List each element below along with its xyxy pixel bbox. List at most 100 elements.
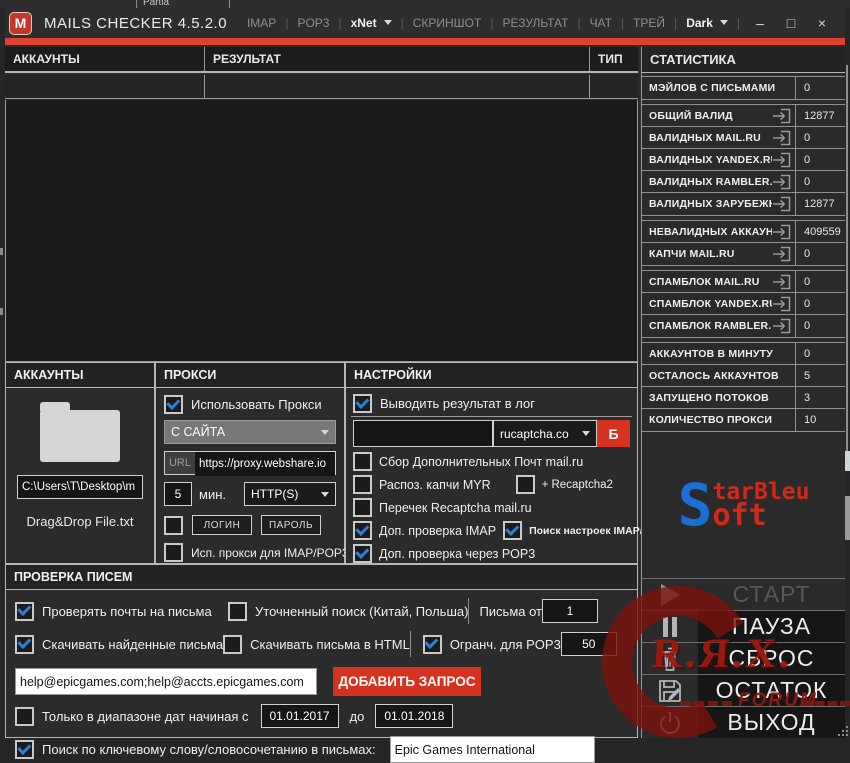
start-button[interactable]: СТАРТ: [642, 578, 845, 610]
results-table-body[interactable]: [5, 100, 638, 362]
pause-icon: [642, 615, 698, 639]
app-window: M MAILS CHECKER 4.5.2.0 IMAP | POP3 | xN…: [5, 8, 845, 738]
recaptcha2-checkbox[interactable]: [516, 475, 535, 494]
imap-check-checkbox[interactable]: [353, 521, 372, 540]
pop3-limit-input[interactable]: [561, 632, 617, 656]
xnet-select[interactable]: xNet: [351, 16, 392, 30]
app-logo-icon: M: [9, 12, 32, 35]
use-proxy-checkbox[interactable]: [164, 395, 183, 414]
captcha-key-input[interactable]: [353, 420, 493, 447]
refined-search-checkbox[interactable]: [228, 602, 247, 621]
recheck-recaptcha-checkbox[interactable]: [353, 498, 372, 517]
add-query-button[interactable]: ДОБАВИТЬ ЗАПРОС: [333, 667, 481, 696]
stat-row: КАПЧИ MAIL.RU 0: [642, 243, 845, 265]
captcha-service-select[interactable]: rucaptcha.co: [493, 420, 597, 447]
column-result: РЕЗУЛЬТАТ: [205, 47, 590, 71]
edge-mark: [0, 308, 3, 315]
starbleu-soft-logo: S tarBleu oft: [642, 479, 845, 531]
proxy-url-field[interactable]: URL: [164, 451, 336, 475]
resize-grip[interactable]: [835, 723, 848, 736]
table-row[interactable]: [5, 75, 638, 99]
recheck-recaptcha-label: Перечек Recaptcha mail.ru: [379, 501, 532, 515]
pop3-check-label: Доп. проверка через POP3: [379, 547, 535, 561]
stat-row: ОСТАЛОСЬ АККАУНТОВ 5: [642, 365, 845, 387]
export-icon[interactable]: [772, 130, 791, 146]
pause-button[interactable]: ПАУЗА: [642, 610, 845, 642]
query-input[interactable]: [15, 668, 317, 695]
export-icon[interactable]: [772, 108, 791, 124]
file-path-input[interactable]: [17, 475, 143, 499]
pop3-limit-checkbox[interactable]: [423, 635, 442, 654]
export-icon[interactable]: [772, 224, 791, 240]
proxy-protocol-select[interactable]: HTTP(S): [244, 482, 336, 506]
myr-captcha-checkbox[interactable]: [353, 475, 372, 494]
menu-pop3[interactable]: POP3: [297, 16, 329, 30]
keyword-input[interactable]: [390, 736, 595, 763]
edge-mark: [0, 248, 3, 255]
collect-mails-checkbox[interactable]: [353, 452, 372, 471]
minimize-button[interactable]: –: [749, 15, 771, 31]
recaptcha2-label: + Recaptcha2: [542, 479, 613, 491]
menu-chat[interactable]: ЧАТ: [590, 16, 612, 30]
proxy-auth-checkbox[interactable]: [164, 516, 183, 535]
date-from-input[interactable]: [261, 704, 339, 728]
stat-row: ОБЩИЙ ВАЛИД 12877: [642, 105, 845, 127]
background-edge: [845, 496, 850, 540]
export-icon[interactable]: [772, 174, 791, 190]
refined-search-label: Уточненный поиск (Китай, Польша): [255, 604, 468, 619]
rest-button[interactable]: ОСТАТОК: [642, 674, 845, 706]
close-button[interactable]: ×: [811, 15, 833, 31]
proxy-url-input[interactable]: [195, 452, 335, 476]
mailcheck-panel-title: ПРОВЕРКА ПИСЕМ: [6, 565, 637, 590]
theme-select[interactable]: Dark: [686, 16, 728, 30]
folder-icon[interactable]: [40, 410, 120, 462]
stat-row: НЕВАЛИДНЫХ АККАУНТОВ 409559: [642, 221, 845, 243]
log-checkbox[interactable]: [353, 394, 372, 413]
export-icon[interactable]: [772, 318, 791, 334]
results-table-header: АККАУНТЫ РЕЗУЛЬТАТ ТИП: [5, 47, 638, 73]
proxy-imap-pop-checkbox[interactable]: [164, 543, 183, 562]
download-letters-checkbox[interactable]: [15, 635, 34, 654]
proxy-login-button[interactable]: ЛОГИН: [192, 515, 252, 535]
myr-captcha-label: Распоз. капчи MYR: [379, 478, 491, 492]
column-type: ТИП: [590, 47, 638, 71]
reset-button[interactable]: СБРОС: [642, 642, 845, 674]
menu-tray[interactable]: ТРЕЙ: [633, 16, 665, 30]
stat-row: ВАЛИДНЫХ ЗАРУБЕЖНЫХ 12877: [642, 193, 845, 215]
proxy-source-select[interactable]: С САЙТА: [164, 420, 336, 444]
chevron-down-icon: [582, 431, 590, 440]
maximize-button[interactable]: □: [780, 15, 802, 31]
date-to-input[interactable]: [375, 704, 453, 728]
save-icon: [642, 678, 698, 704]
chevron-down-icon: [720, 20, 728, 29]
settings-panel-title: НАСТРОЙКИ: [346, 363, 637, 388]
proxy-panel: ПРОКСИ Использовать Прокси С САЙТА URL м…: [155, 362, 345, 564]
menu-result[interactable]: РЕЗУЛЬТАТ: [502, 16, 568, 30]
log-label: Выводить результат в лог: [380, 396, 535, 411]
keyword-label: Поиск по ключевому слову/словосочетанию …: [42, 742, 376, 757]
export-icon[interactable]: [772, 274, 791, 290]
menu-imap[interactable]: IMAP: [247, 16, 276, 30]
keyword-checkbox[interactable]: [15, 740, 34, 759]
export-icon[interactable]: [772, 296, 791, 312]
stat-row: СПАМБЛОК MAIL.RU 0: [642, 271, 845, 293]
imap-settings-checkbox[interactable]: [503, 521, 522, 540]
accounts-panel-title: АККАУНТЫ: [6, 363, 154, 388]
proxy-password-button[interactable]: ПАРОЛЬ: [261, 515, 321, 535]
export-icon[interactable]: [772, 196, 791, 212]
menu-screenshot[interactable]: СКРИНШОТ: [413, 16, 482, 30]
settings-panel: НАСТРОЙКИ Выводить результат в лог rucap…: [345, 362, 638, 564]
exit-button[interactable]: ВЫХОД: [642, 706, 845, 738]
pop3-check-checkbox[interactable]: [353, 544, 372, 563]
proxy-minutes-input[interactable]: [164, 482, 192, 506]
balance-button[interactable]: Б: [597, 420, 630, 447]
use-proxy-label: Использовать Прокси: [191, 397, 322, 412]
date-range-checkbox[interactable]: [15, 707, 34, 726]
letters-from-input[interactable]: [542, 599, 598, 623]
download-html-checkbox[interactable]: [223, 635, 242, 654]
stat-row: ВАЛИДНЫХ MAIL.RU 0: [642, 127, 845, 149]
check-mail-checkbox[interactable]: [15, 602, 34, 621]
export-icon[interactable]: [772, 246, 791, 262]
stat-row: МЭЙЛОВ С ПИСЬМАМИ 0: [642, 77, 845, 99]
export-icon[interactable]: [772, 152, 791, 168]
